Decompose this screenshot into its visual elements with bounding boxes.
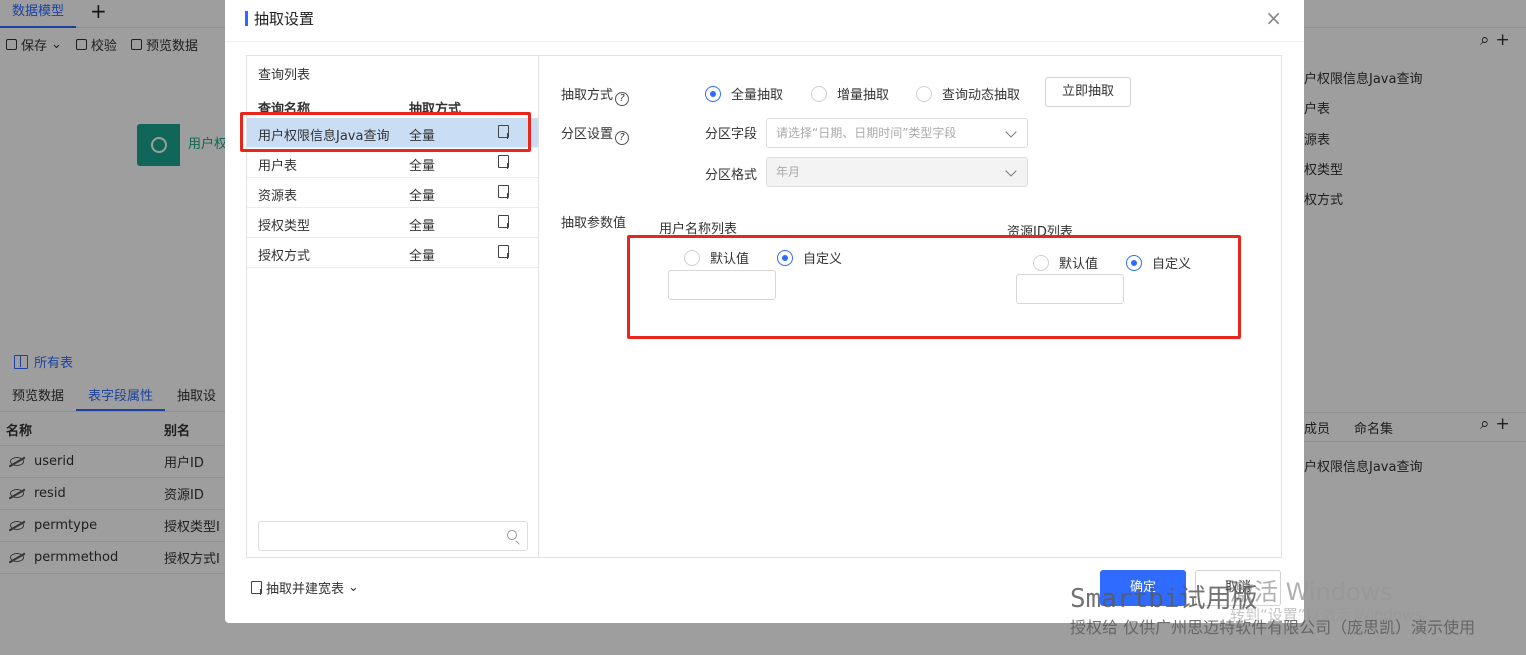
query-mode: 全量: [409, 249, 436, 264]
query-mode: 全量: [409, 129, 436, 144]
radio-label: 自定义: [1152, 257, 1192, 272]
query-mode: 全量: [409, 219, 436, 234]
partition-format-label: 分区格式: [705, 168, 758, 183]
select-placeholder: 请选择“日期、日期时间”类型字段: [776, 126, 957, 140]
radio-param1-default[interactable]: 默认值: [684, 248, 749, 267]
radio-dot-checked: [1126, 254, 1142, 271]
extract-and-wide-label: 抽取并建宽表: [266, 582, 345, 597]
extract-doc-icon[interactable]: [498, 125, 509, 139]
param-resource-ids-label: 资源ID列表: [1007, 225, 1073, 240]
radio-incremental-extract[interactable]: 增量抽取: [811, 84, 889, 103]
extract-mode-text: 抽取方式: [561, 88, 614, 103]
radio-label: 自定义: [803, 252, 843, 267]
extract-doc-icon[interactable]: [498, 215, 509, 229]
extract-settings-dialog: 抽取设置 × 查询列表 查询名称 抽取方式 用户权限信息Java查询 全量 用户…: [225, 0, 1304, 623]
query-search-input[interactable]: [258, 521, 528, 551]
radio-full-extract[interactable]: 全量抽取: [705, 84, 783, 103]
radio-dynamic-extract[interactable]: 查询动态抽取: [916, 84, 1020, 103]
extract-doc-icon[interactable]: [498, 245, 509, 259]
radio-dot-checked: [705, 85, 721, 102]
param1-value-input[interactable]: [668, 270, 776, 300]
extract-and-wide-table-dropdown[interactable]: 抽取并建宽表 ⌄: [251, 578, 359, 597]
query-list-panel: 查询列表 查询名称 抽取方式 用户权限信息Java查询 全量 用户表 全量 资源…: [246, 55, 539, 558]
radio-label: 默认值: [710, 252, 750, 267]
partition-format-select: 年月: [766, 157, 1028, 187]
partition-field-label: 分区字段: [705, 127, 758, 142]
help-icon[interactable]: ?: [615, 131, 630, 145]
partition-text: 分区设置: [561, 127, 614, 142]
extract-now-button[interactable]: 立即抽取: [1045, 77, 1131, 107]
header-extract-mode: 抽取方式: [409, 102, 462, 117]
extract-settings-panel: 抽取方式? 全量抽取 增量抽取 查询动态抽取 立即抽取 分区设置? 分区字段 请…: [539, 55, 1282, 558]
partition-field-select[interactable]: 请选择“日期、日期时间”类型字段: [766, 118, 1028, 148]
extract-doc-icon[interactable]: [498, 185, 509, 199]
query-row[interactable]: 授权方式 全量: [247, 238, 538, 268]
extract-mode-label: 抽取方式?: [561, 84, 630, 106]
param2-value-input[interactable]: [1016, 274, 1124, 304]
cancel-button[interactable]: 取消: [1195, 570, 1281, 606]
query-list-title: 查询列表: [258, 68, 311, 83]
query-list-header: 查询名称 抽取方式: [247, 94, 538, 120]
extract-doc-icon[interactable]: [498, 155, 509, 169]
radio-dot: [1033, 254, 1049, 271]
radio-dot-checked: [777, 249, 793, 266]
query-name: 授权方式: [258, 249, 311, 264]
radio-label: 全量抽取: [731, 88, 784, 103]
query-name: 资源表: [258, 189, 298, 204]
query-mode: 全量: [409, 159, 436, 174]
radio-label: 增量抽取: [837, 88, 890, 103]
param-user-names-label: 用户名称列表: [659, 222, 738, 237]
dialog-title: 抽取设置: [245, 8, 314, 29]
select-value: 年月: [776, 165, 801, 179]
query-row[interactable]: 资源表 全量: [247, 178, 538, 208]
query-row-selected[interactable]: 用户权限信息Java查询 全量: [247, 118, 538, 148]
query-row[interactable]: 用户表 全量: [247, 148, 538, 178]
divider: [225, 41, 1304, 42]
extract-params-label: 抽取参数值: [561, 216, 627, 231]
close-icon[interactable]: ×: [1265, 6, 1282, 30]
radio-param1-custom[interactable]: 自定义: [777, 248, 842, 267]
radio-dot: [684, 249, 700, 266]
help-icon[interactable]: ?: [615, 92, 630, 106]
radio-dot: [916, 85, 932, 102]
radio-label: 查询动态抽取: [942, 88, 1021, 103]
chevron-down-icon: [1005, 126, 1017, 138]
query-name: 授权类型: [258, 219, 311, 234]
radio-dot: [811, 85, 827, 102]
query-mode: 全量: [409, 189, 436, 204]
query-name: 用户权限信息Java查询: [258, 129, 390, 144]
radio-param2-default[interactable]: 默认值: [1033, 253, 1098, 272]
extract-doc-icon: [251, 581, 262, 595]
chevron-down-icon: [1005, 165, 1017, 177]
query-row[interactable]: 授权类型 全量: [247, 208, 538, 238]
ok-button[interactable]: 确定: [1100, 570, 1186, 606]
radio-label: 默认值: [1059, 257, 1099, 272]
radio-param2-custom[interactable]: 自定义: [1126, 253, 1191, 272]
partition-settings-label: 分区设置?: [561, 123, 630, 145]
query-name: 用户表: [258, 159, 298, 174]
header-query-name: 查询名称: [258, 102, 311, 117]
search-icon: [507, 530, 517, 540]
